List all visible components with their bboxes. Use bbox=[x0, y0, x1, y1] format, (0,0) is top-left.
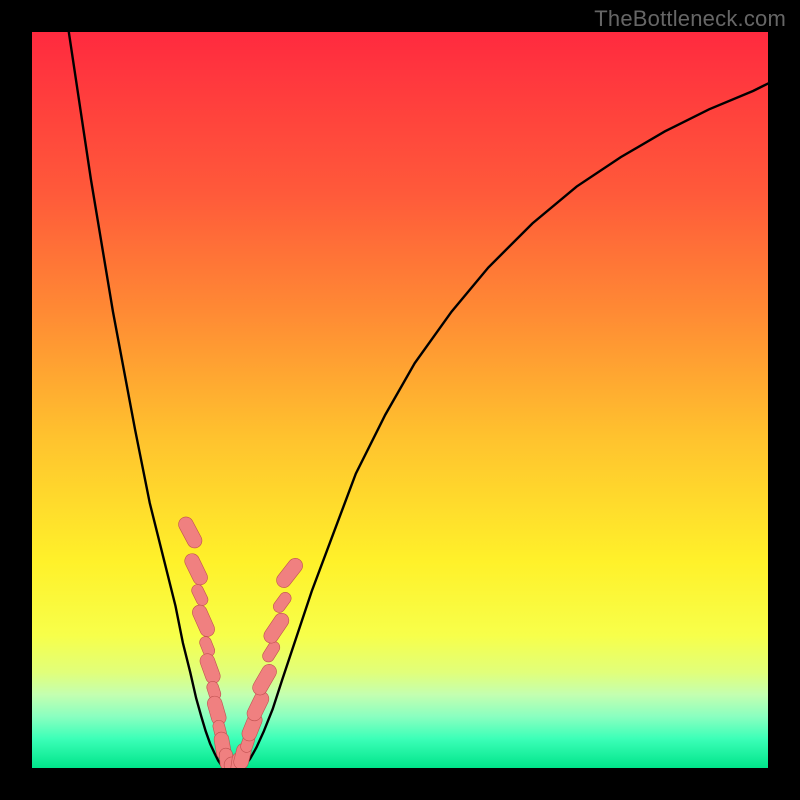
data-marker bbox=[182, 551, 210, 587]
data-marker bbox=[250, 662, 279, 698]
chart-svg bbox=[32, 32, 768, 768]
marker-group bbox=[176, 514, 306, 768]
plot-area bbox=[32, 32, 768, 768]
data-marker bbox=[261, 610, 292, 646]
data-marker bbox=[198, 652, 222, 686]
bottleneck-curve bbox=[69, 32, 768, 768]
watermark-text: TheBottleneck.com bbox=[594, 6, 786, 32]
data-marker bbox=[176, 514, 205, 550]
curve-group bbox=[69, 32, 768, 768]
data-marker bbox=[274, 555, 306, 590]
data-marker bbox=[190, 603, 217, 639]
data-marker bbox=[190, 583, 210, 608]
data-marker bbox=[271, 590, 294, 615]
outer-frame: TheBottleneck.com bbox=[0, 0, 800, 800]
